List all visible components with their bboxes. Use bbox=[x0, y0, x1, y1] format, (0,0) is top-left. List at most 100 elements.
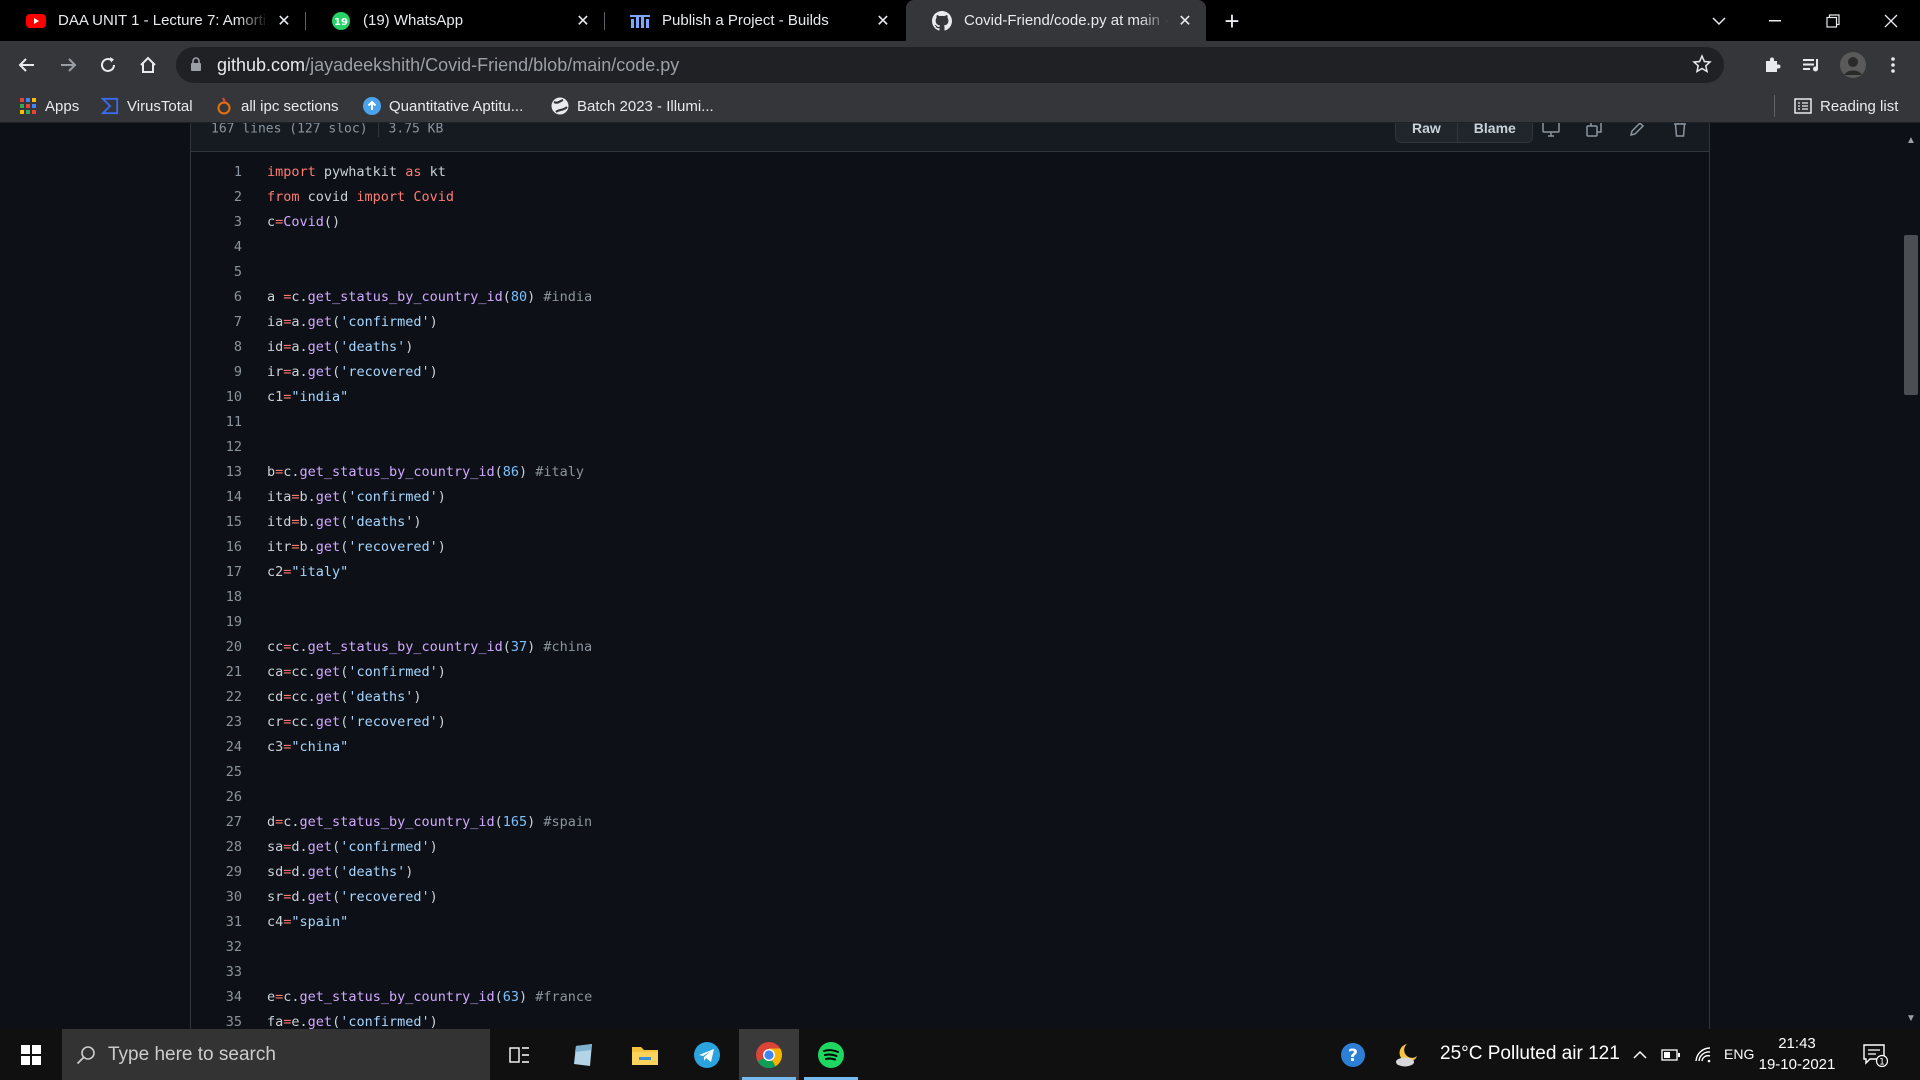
minimize-button[interactable] bbox=[1752, 0, 1798, 41]
address-bar[interactable]: github.com/jayadeekshith/Covid-Friend/bl… bbox=[176, 47, 1724, 83]
line-number[interactable]: 15 bbox=[191, 510, 242, 535]
code-line: 27 d=c.get_status_by_country_id(165) #spa… bbox=[191, 810, 1709, 835]
line-number[interactable]: 16 bbox=[191, 535, 242, 560]
line-number[interactable]: 33 bbox=[191, 960, 242, 985]
restore-button[interactable] bbox=[1810, 0, 1856, 41]
line-number[interactable]: 22 bbox=[191, 685, 242, 710]
line-number[interactable]: 29 bbox=[191, 860, 242, 885]
taskbar-chrome[interactable] bbox=[739, 1029, 799, 1080]
tab-search-button[interactable] bbox=[1696, 0, 1742, 41]
bookmark-divider bbox=[1774, 95, 1775, 117]
weather-text[interactable]: 25°C Polluted air 121 bbox=[1440, 1043, 1620, 1065]
new-tab-button[interactable]: + bbox=[1218, 6, 1246, 36]
battery-tray[interactable] bbox=[1656, 1029, 1686, 1080]
line-number[interactable]: 18 bbox=[191, 585, 242, 610]
bookmark-quantitative-aptitude[interactable]: Quantitative Aptitu... bbox=[363, 95, 523, 117]
line-number[interactable]: 2 bbox=[191, 185, 242, 210]
clock-time: 21:43 bbox=[1778, 1035, 1816, 1052]
line-number[interactable]: 3 bbox=[191, 210, 242, 235]
file-header: 167 lines (127 sloc) 3.75 KB Raw Blame bbox=[191, 123, 1709, 152]
close-icon[interactable]: ✕ bbox=[874, 12, 892, 30]
blame-button[interactable]: Blame bbox=[1456, 123, 1532, 142]
line-code: cc=c.get_status_by_country_id(37) #china bbox=[267, 639, 593, 655]
scroll-up-icon[interactable]: ▲ bbox=[1902, 131, 1920, 149]
extensions-button[interactable] bbox=[1757, 50, 1787, 80]
taskbar-spotify[interactable] bbox=[801, 1029, 861, 1080]
line-number[interactable]: 7 bbox=[191, 310, 242, 335]
builds-icon bbox=[630, 11, 650, 31]
bookmark-apps[interactable]: Apps bbox=[19, 95, 79, 117]
line-number[interactable]: 35 bbox=[191, 1010, 242, 1029]
clock[interactable]: 21:43 19-10-2021 bbox=[1757, 1033, 1837, 1075]
pencil-icon[interactable] bbox=[1627, 123, 1647, 139]
media-control-button[interactable] bbox=[1797, 50, 1827, 80]
taskbar-app-notes[interactable] bbox=[553, 1029, 613, 1080]
line-number[interactable]: 25 bbox=[191, 760, 242, 785]
desktop-icon[interactable] bbox=[1541, 123, 1561, 139]
reading-list-icon bbox=[1794, 97, 1812, 115]
taskbar-search[interactable]: Type here to search bbox=[62, 1029, 490, 1080]
reading-list-button[interactable]: Reading list bbox=[1794, 95, 1898, 117]
notification-center[interactable]: 1 bbox=[1850, 1029, 1900, 1080]
close-icon[interactable]: ✕ bbox=[1176, 12, 1194, 30]
line-number[interactable]: 10 bbox=[191, 385, 242, 410]
menu-button[interactable] bbox=[1878, 50, 1908, 80]
weather-widget[interactable] bbox=[1385, 1029, 1429, 1080]
line-number[interactable]: 9 bbox=[191, 360, 242, 385]
line-number[interactable]: 13 bbox=[191, 460, 242, 485]
back-button[interactable] bbox=[12, 50, 42, 80]
scrollbar-thumb[interactable] bbox=[1904, 235, 1918, 395]
line-number[interactable]: 27 bbox=[191, 810, 242, 835]
code-line: 13 b=c.get_status_by_country_id(86) #ital… bbox=[191, 460, 1709, 485]
raw-button[interactable]: Raw bbox=[1396, 123, 1457, 142]
line-number[interactable]: 30 bbox=[191, 885, 242, 910]
task-view-button[interactable] bbox=[490, 1029, 550, 1080]
line-number[interactable]: 8 bbox=[191, 335, 242, 360]
tab-builds[interactable]: Publish a Project - Builds ✕ bbox=[604, 0, 904, 41]
trash-icon[interactable] bbox=[1670, 123, 1690, 139]
line-number[interactable]: 6 bbox=[191, 285, 242, 310]
profile-avatar[interactable] bbox=[1838, 50, 1868, 80]
line-number[interactable]: 14 bbox=[191, 485, 242, 510]
close-icon bbox=[1884, 14, 1898, 27]
line-code: e=c.get_status_by_country_id(63) #france bbox=[267, 989, 593, 1005]
line-number[interactable]: 28 bbox=[191, 835, 242, 860]
close-window-button[interactable] bbox=[1868, 0, 1914, 41]
close-icon[interactable]: ✕ bbox=[275, 12, 293, 30]
wifi-icon bbox=[1695, 1046, 1711, 1062]
bookmark-batch-2023[interactable]: Batch 2023 - Illumi... bbox=[551, 95, 714, 117]
line-number[interactable]: 1 bbox=[191, 160, 242, 185]
line-number[interactable]: 24 bbox=[191, 735, 242, 760]
line-number[interactable]: 12 bbox=[191, 435, 242, 460]
line-number[interactable]: 21 bbox=[191, 660, 242, 685]
line-number[interactable]: 34 bbox=[191, 985, 242, 1010]
tab-whatsapp[interactable]: 19 (19) WhatsApp ✕ bbox=[305, 0, 604, 41]
close-icon[interactable]: ✕ bbox=[574, 12, 592, 30]
scroll-down-icon[interactable]: ▼ bbox=[1902, 1009, 1920, 1027]
line-number[interactable]: 20 bbox=[191, 635, 242, 660]
home-button[interactable] bbox=[133, 50, 163, 80]
line-number[interactable]: 26 bbox=[191, 785, 242, 810]
show-hidden-icons[interactable] bbox=[1628, 1029, 1652, 1080]
line-number[interactable]: 32 bbox=[191, 935, 242, 960]
help-tray-button[interactable]: ? bbox=[1328, 1029, 1378, 1080]
line-number[interactable]: 31 bbox=[191, 910, 242, 935]
forward-button[interactable] bbox=[53, 50, 83, 80]
copy-icon[interactable] bbox=[1584, 123, 1604, 139]
line-number[interactable]: 19 bbox=[191, 610, 242, 635]
line-number[interactable]: 23 bbox=[191, 710, 242, 735]
line-number[interactable]: 11 bbox=[191, 410, 242, 435]
tab-github-active[interactable]: Covid-Friend/code.py at main · jayadeeks… bbox=[906, 0, 1206, 41]
start-button[interactable] bbox=[0, 1029, 62, 1080]
bookmark-virustotal[interactable]: VirusTotal bbox=[101, 95, 193, 117]
taskbar-file-explorer[interactable] bbox=[615, 1029, 675, 1080]
tab-youtube[interactable]: DAA UNIT 1 - Lecture 7: Amortized Analys… bbox=[0, 0, 305, 41]
line-number[interactable]: 17 bbox=[191, 560, 242, 585]
bookmark-ipc-sections[interactable]: all ipc sections bbox=[215, 95, 339, 117]
language-indicator[interactable]: ENG bbox=[1724, 1046, 1754, 1062]
reload-button[interactable] bbox=[93, 50, 123, 80]
wifi-tray[interactable] bbox=[1688, 1029, 1718, 1080]
taskbar-telegram[interactable] bbox=[677, 1029, 737, 1080]
line-number[interactable]: 5 bbox=[191, 260, 242, 285]
line-number[interactable]: 4 bbox=[191, 235, 242, 260]
